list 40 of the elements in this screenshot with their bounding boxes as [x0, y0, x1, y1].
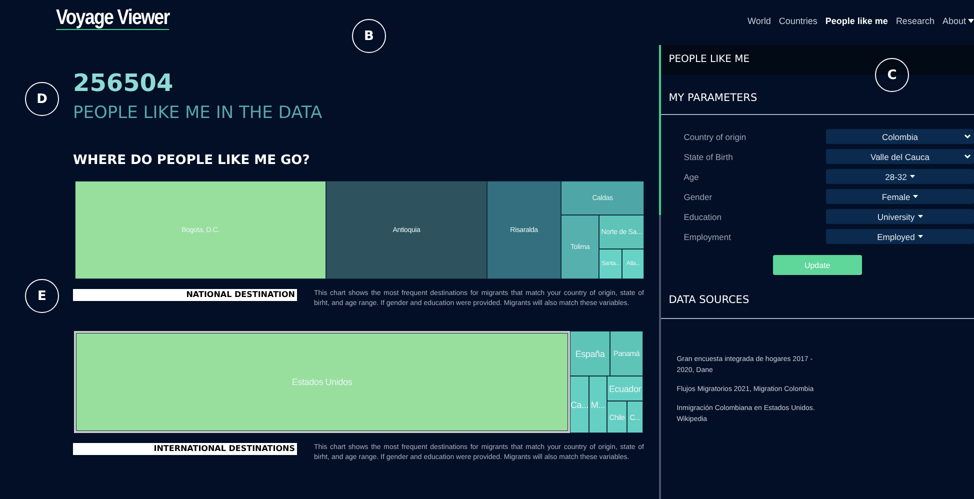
treemap-tile[interactable]: Ecuador: [607, 376, 643, 401]
parameter-select[interactable]: Colombia: [826, 129, 974, 144]
parameter-select[interactable]: University: [826, 209, 974, 224]
chevron-icon: [964, 134, 971, 139]
parameter-label: Employment: [684, 232, 731, 242]
annotation-marker: D: [25, 82, 59, 116]
caret-icon: [968, 19, 974, 23]
caret-icon: [918, 235, 923, 238]
nav-link[interactable]: About: [942, 16, 974, 26]
caret-icon: [910, 175, 915, 178]
treemap-tile[interactable]: Estados Unidos: [74, 331, 570, 433]
treemap-tile[interactable]: Ca...: [570, 376, 589, 433]
treemap-tile[interactable]: España: [570, 331, 610, 376]
treemap-tile[interactable]: M...: [589, 376, 607, 433]
annotation-marker: E: [25, 279, 59, 313]
chart-caption: NATIONAL DESTINATION: [73, 289, 297, 301]
sources-heading: DATA SOURCES: [660, 275, 974, 319]
nav-link[interactable]: Countries: [778, 16, 818, 26]
parameter-select[interactable]: Valle del Cauca: [826, 149, 974, 164]
parameter-label: Country of origin: [684, 132, 746, 142]
parameter-select[interactable]: 28-32: [826, 169, 974, 184]
chevron-icon: [964, 154, 971, 159]
parameter-label: Gender: [684, 192, 712, 202]
nav-link[interactable]: People like me: [825, 16, 888, 26]
nav-link[interactable]: Research: [896, 16, 934, 26]
nav-link[interactable]: World: [748, 16, 771, 26]
update-button[interactable]: Update: [772, 255, 862, 275]
section-title: WHERE DO PEOPLE LIKE ME GO?: [73, 153, 311, 169]
parameter-label: Education: [684, 212, 722, 222]
parameter-select[interactable]: Employed: [826, 229, 974, 244]
count-caption: PEOPLE LIKE ME IN THE DATA: [73, 102, 324, 124]
parameter-label: Age: [684, 172, 699, 182]
people-count: 256504: [73, 69, 174, 97]
parameter-select[interactable]: Female: [826, 189, 974, 204]
annotation-marker: B: [352, 19, 386, 53]
caret-icon: [913, 195, 918, 198]
chart-caption: INTERNATIONAL DESTINATIONS: [73, 443, 297, 455]
brand-logo[interactable]: Voyage Viewer: [56, 7, 170, 30]
caret-icon: [918, 215, 923, 218]
parameter-label: State of Birth: [684, 152, 733, 162]
